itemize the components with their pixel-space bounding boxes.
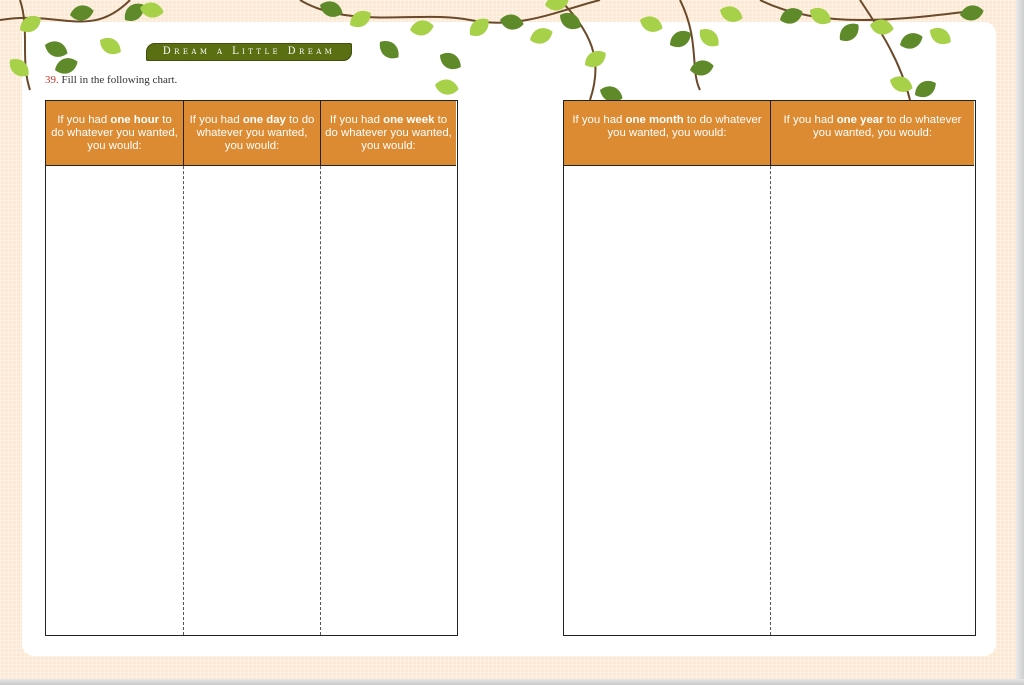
- header-text: If you had: [57, 114, 111, 126]
- writing-area-one-week[interactable]: [321, 166, 456, 635]
- page-edge-right: [1016, 0, 1024, 685]
- column-one-month: If you had one month to do whatever you …: [564, 101, 770, 635]
- header-text: If you had: [572, 114, 626, 126]
- writing-area-one-year[interactable]: [771, 166, 974, 635]
- header-duration: one year: [836, 114, 884, 126]
- exercise-prompt: 39. Fill in the following chart.: [45, 74, 177, 86]
- column-header-one-hour: If you had one hour to do whatever you w…: [46, 101, 183, 166]
- right-chart-table: If you had one month to do whatever you …: [563, 100, 976, 636]
- writing-area-one-month[interactable]: [564, 166, 770, 635]
- leaf-icon: [960, 5, 984, 21]
- header-text: If you had: [329, 114, 384, 126]
- column-one-hour: If you had one hour to do whatever you w…: [46, 101, 183, 635]
- header-text: If you had: [189, 114, 243, 126]
- header-duration: one day: [242, 114, 286, 126]
- column-one-week: If you had one week to do whatever you w…: [320, 101, 456, 635]
- header-duration: one week: [383, 114, 435, 126]
- column-header-one-day: If you had one day to do whatever you wa…: [183, 101, 320, 166]
- column-header-one-year: If you had one year to do whatever you w…: [770, 101, 974, 166]
- header-text: If you had: [783, 114, 837, 126]
- exercise-number: 39.: [45, 74, 59, 86]
- writing-area-one-hour[interactable]: [46, 166, 183, 635]
- column-one-year: If you had one year to do whatever you w…: [770, 101, 974, 635]
- column-one-day: If you had one day to do whatever you wa…: [183, 101, 320, 635]
- column-header-one-week: If you had one week to do whatever you w…: [320, 101, 456, 166]
- writing-area-one-day[interactable]: [184, 166, 320, 635]
- page-edge-bottom: [0, 679, 1024, 685]
- column-header-one-month: If you had one month to do whatever you …: [564, 101, 770, 166]
- leaf-icon: [320, 1, 343, 17]
- header-duration: one hour: [110, 114, 160, 126]
- header-duration: one month: [625, 114, 684, 126]
- section-banner: Dream a Little Dream: [146, 43, 352, 61]
- leaf-icon: [140, 2, 164, 18]
- left-chart-table: If you had one hour to do whatever you w…: [45, 100, 458, 636]
- exercise-instruction: Fill in the following chart.: [58, 74, 178, 86]
- leaf-icon: [545, 0, 569, 11]
- leaf-icon: [70, 5, 94, 21]
